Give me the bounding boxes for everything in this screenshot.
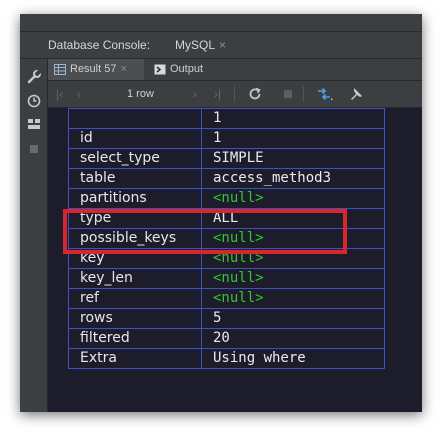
database-console-window: Database Console: MySQL × Result 57 × Ou… [20,14,422,412]
table-row: key_len <null> [68,268,385,289]
pin-icon[interactable] [349,87,363,101]
table-row: select_type SIMPLE [68,148,385,169]
field-name-cell: Extra [68,348,202,369]
first-page-icon[interactable]: |‹ [56,87,63,101]
tab-database-console[interactable]: Database Console: [48,32,150,58]
prev-page-icon[interactable]: ‹ [77,87,81,101]
field-value-cell[interactable]: <null> [201,188,385,209]
last-page-icon[interactable]: ›| [214,87,221,101]
table-row: partitions <null> [68,188,385,209]
refresh-icon[interactable] [248,87,262,101]
wrench-icon[interactable] [27,70,41,84]
result-toolbar: |‹ ‹ 1 row › ›| [48,81,422,108]
field-name-cell: key_len [68,268,202,289]
result-grid: 1 id 1 select_type SIMPLE table access_method… [48,108,422,412]
output-icon [154,64,166,75]
field-value-cell[interactable]: <null> [201,248,385,269]
stop-icon[interactable] [27,142,41,156]
field-value-cell[interactable]: <null> [201,288,385,309]
table-row: type ALL [68,208,385,229]
field-name-cell: possible_keys [68,228,202,249]
left-tool-strip [20,59,48,412]
field-value-cell[interactable]: access_method3 [201,168,385,189]
table-row: key <null> [68,248,385,269]
close-tab-icon[interactable]: × [219,38,226,52]
table-row: possible_keys <null> [68,228,385,249]
field-name-cell: partitions [68,188,202,209]
transpose-icon[interactable] [316,87,334,101]
field-name-cell: key [68,248,202,269]
header-value-cell[interactable]: 1 [201,108,385,129]
field-value-cell[interactable]: 1 [201,128,385,149]
stop-query-icon[interactable] [281,87,295,101]
result-tab-bar: Result 57 × Output [48,59,422,81]
field-name-cell: ref [68,288,202,309]
header-key-cell [68,108,202,129]
tab-output[interactable]: Output [148,59,234,80]
table-row: ref <null> [68,288,385,309]
toolbar-separator [234,86,235,102]
table-row: rows 5 [68,308,385,329]
tab-mysql-label: MySQL [175,38,216,52]
tab-output-label: Output [170,63,204,75]
layout-icon[interactable] [27,117,41,131]
close-result-tab-icon[interactable]: × [120,63,126,75]
table-row: id 1 [68,128,385,149]
table-row: filtered 20 [68,328,385,349]
row-count: 1 row [127,88,154,100]
title-strip [20,14,422,32]
field-value-cell[interactable]: SIMPLE [201,148,385,169]
field-name-cell: table [68,168,202,189]
editor-tab-bar: Database Console: MySQL × [20,32,422,59]
table-icon [54,64,66,75]
field-value-cell[interactable]: 5 [201,308,385,329]
table-row: table access_method3 [68,168,385,189]
tab-result-57-label: Result 57 [70,63,117,75]
field-name-cell: filtered [68,328,202,349]
field-name-cell: rows [68,308,202,329]
tab-database-console-label: Database Console: [48,38,151,52]
transposed-result-table: 1 id 1 select_type SIMPLE table access_method… [68,108,385,369]
field-value-cell[interactable]: <null> [201,228,385,249]
field-value-cell[interactable]: 20 [201,328,385,349]
next-page-icon[interactable]: › [193,87,197,101]
field-value-cell[interactable]: Using where [201,348,385,369]
tab-result-57[interactable]: Result 57 × [48,59,144,80]
field-name-cell: id [68,128,202,149]
toolbar-separator [303,86,304,102]
field-value-cell[interactable]: ALL [201,208,385,229]
field-value-cell[interactable]: <null> [201,268,385,289]
clock-icon[interactable] [27,94,41,108]
table-row: Extra Using where [68,348,385,369]
tab-mysql[interactable]: MySQL × [175,32,226,58]
header-row: 1 [68,108,385,129]
field-name-cell: type [68,208,202,229]
field-name-cell: select_type [68,148,202,169]
